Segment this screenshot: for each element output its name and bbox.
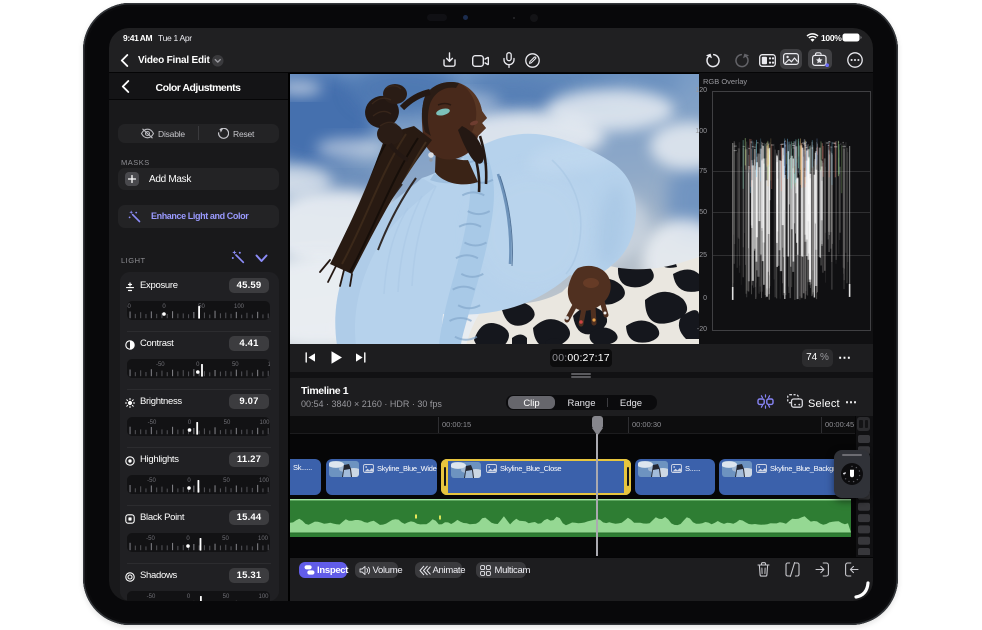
svg-text:0: 0	[186, 536, 190, 542]
svg-text:-50: -50	[147, 478, 156, 484]
svg-text:50: 50	[223, 478, 230, 484]
svg-text:50: 50	[231, 362, 238, 368]
svg-text:50: 50	[222, 536, 229, 542]
svg-text:-50: -50	[127, 304, 131, 310]
svg-text:100: 100	[267, 362, 269, 368]
svg-text:-50: -50	[146, 536, 155, 542]
svg-text:0: 0	[186, 594, 190, 600]
svg-text:0: 0	[196, 362, 200, 368]
svg-text:-50: -50	[146, 594, 155, 600]
svg-text:0: 0	[187, 420, 191, 426]
svg-text:100: 100	[258, 594, 269, 600]
svg-text:100: 100	[257, 536, 268, 542]
svg-text:50: 50	[223, 420, 230, 426]
svg-text:100: 100	[258, 478, 269, 484]
svg-text:0: 0	[187, 478, 191, 484]
svg-text:-50: -50	[147, 420, 156, 426]
svg-text:100: 100	[259, 420, 270, 426]
svg-text:-50: -50	[155, 362, 164, 368]
svg-text:0: 0	[162, 304, 166, 310]
svg-text:100: 100	[233, 304, 244, 310]
svg-text:50: 50	[222, 594, 229, 600]
